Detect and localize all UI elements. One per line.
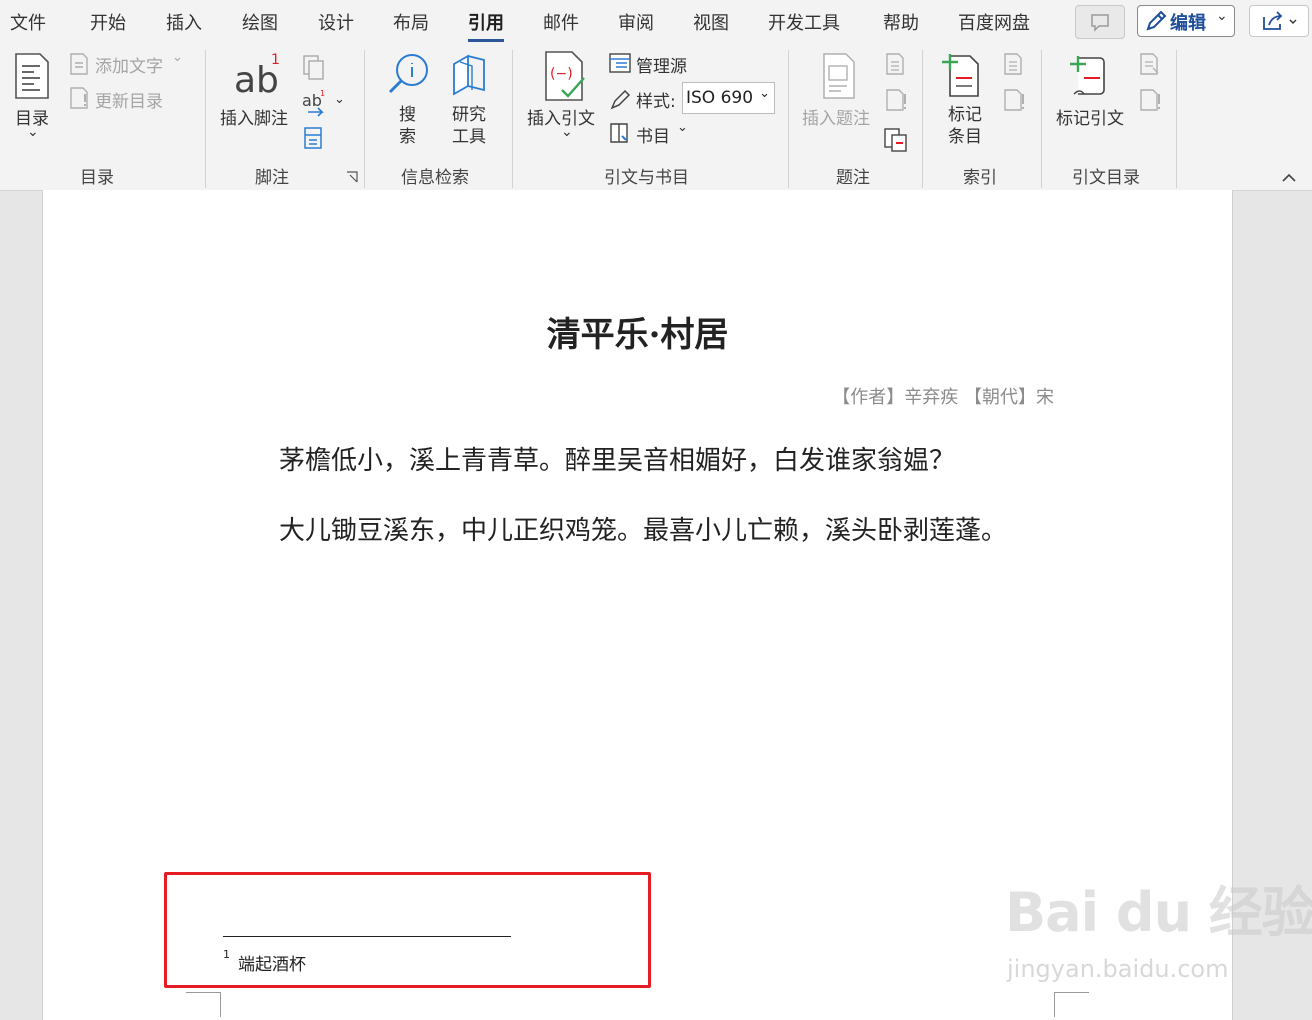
tab-mailings[interactable]: 邮件 [543, 9, 579, 35]
chevron-down-icon: ⌄ [172, 50, 183, 65]
svg-text:(−): (−) [550, 66, 573, 82]
tab-review[interactable]: 审阅 [618, 9, 654, 35]
comment-icon [1091, 14, 1109, 32]
style-icon [610, 89, 631, 110]
insert-table-of-figures-icon[interactable] [884, 52, 906, 76]
author-line: 【作者】辛弃疾 【朝代】宋 [832, 387, 1054, 408]
group-divider [922, 50, 923, 188]
insert-table-of-authorities-icon[interactable] [1138, 52, 1162, 76]
document-title: 清平乐·村居 [546, 315, 729, 355]
mark-entry-label: 标记条目 [948, 105, 982, 147]
group-label-toc: 目录 [80, 168, 114, 188]
tab-insert[interactable]: 插入 [166, 9, 202, 35]
mark-entry-icon [942, 54, 979, 97]
tab-design[interactable]: 设计 [318, 9, 354, 35]
highlight-box [164, 872, 651, 988]
group-label-citations: 引文与书目 [604, 168, 689, 188]
chevron-down-icon: ⌄ [677, 120, 688, 135]
add-text-icon [70, 53, 88, 75]
share-icon [1263, 11, 1297, 30]
tab-view[interactable]: 视图 [693, 9, 729, 35]
tab-baidu-netdisk[interactable]: 百度网盘 [958, 9, 1030, 35]
insert-index-icon[interactable] [1002, 52, 1024, 76]
research-tools-label: 研究工具 [452, 105, 486, 147]
tab-file[interactable]: 文件 [10, 9, 46, 35]
style-label: 样式: [636, 92, 676, 112]
tab-draw[interactable]: 绘图 [242, 9, 278, 35]
update-table-of-figures-icon[interactable] [884, 88, 908, 114]
svg-text:1: 1 [271, 52, 280, 68]
svg-text:1: 1 [320, 89, 325, 98]
chevron-down-icon: ⌄ [759, 86, 770, 101]
cross-reference-icon[interactable] [882, 126, 910, 154]
group-label-footnotes: 脚注 [255, 168, 289, 188]
next-footnote-icon: ab 1 [302, 89, 325, 117]
chevron-down-icon: ⌄ [27, 124, 39, 140]
chevron-down-icon: ⌄ [561, 124, 573, 140]
update-toc-label: 更新目录 [95, 92, 163, 112]
pencil-icon [1146, 10, 1167, 31]
svg-text:ab: ab [302, 91, 322, 110]
bibliography-icon [610, 123, 628, 143]
chevron-down-icon: ⌄ [1216, 8, 1228, 24]
update-table-icon [70, 87, 88, 109]
group-divider [512, 50, 513, 188]
books-icon [453, 54, 485, 96]
mark-citation-icon [1070, 56, 1105, 95]
insert-caption-icon [823, 53, 855, 99]
show-notes-icon[interactable] [302, 126, 326, 152]
search-label: 搜索 [399, 105, 416, 147]
group-label-captions: 题注 [836, 168, 870, 188]
insert-footnote-label: 插入脚注 [220, 109, 288, 129]
search-icon [388, 54, 428, 94]
add-text-label: 添加文字 [95, 57, 163, 77]
table-of-contents-icon [15, 53, 49, 99]
tab-home[interactable]: 开始 [90, 9, 126, 35]
bibliography-label: 书目 [636, 127, 670, 147]
tab-developer[interactable]: 开发工具 [768, 9, 840, 35]
chevron-down-icon: ⌄ [334, 92, 345, 107]
comments-button[interactable] [1075, 5, 1125, 39]
ribbon: 目录 ⌄ 添加文字 ⌄ 更新目录 目录 ab 1 插入脚注 ab 1 ⌄ 脚注 … [0, 44, 1312, 191]
update-index-icon[interactable] [1002, 88, 1026, 114]
dialog-launcher-icon[interactable] [345, 170, 359, 184]
group-divider [1041, 50, 1042, 188]
share-button[interactable] [1249, 5, 1309, 37]
tab-help[interactable]: 帮助 [883, 9, 919, 35]
paragraph-1: 茅檐低小，溪上青青草。醉里吴音相媚好，白发谁家翁媪？ [279, 446, 956, 476]
editing-mode-label: 编辑 [1170, 13, 1206, 34]
tab-layout[interactable]: 布局 [393, 9, 429, 35]
group-label-table-of-authorities: 引文目录 [1072, 168, 1140, 188]
footnote-icon: ab 1 [234, 52, 280, 98]
insert-caption-label: 插入题注 [802, 109, 870, 129]
mark-citation-label: 标记引文 [1056, 109, 1124, 129]
update-table-of-authorities-icon[interactable] [1138, 88, 1162, 114]
group-label-research: 信息检索 [401, 168, 469, 188]
menu-bar: 文件 开始 插入 绘图 设计 布局 引用 邮件 审阅 视图 开发工具 帮助 百度… [0, 0, 1312, 44]
tab-references[interactable]: 引用 [468, 9, 504, 42]
group-divider [364, 50, 365, 188]
manage-sources-icon [609, 53, 631, 73]
insert-endnote-icon[interactable] [300, 52, 328, 80]
baidu-watermark-logo: Bai du 经验 [1005, 881, 1312, 944]
page-corner-mark [186, 992, 221, 1017]
baidu-watermark-url: jingyan.baidu.com [1007, 955, 1229, 983]
collapse-ribbon-icon[interactable] [1280, 171, 1298, 185]
editing-mode-button[interactable]: 编辑 ⌄ [1137, 5, 1235, 37]
insert-citation-icon: (−) [545, 51, 585, 101]
group-divider [788, 50, 789, 188]
page-corner-mark [1054, 992, 1089, 1017]
group-label-index: 索引 [963, 168, 997, 188]
group-divider [205, 50, 206, 188]
group-divider [1176, 50, 1177, 188]
manage-sources-label: 管理源 [636, 57, 687, 77]
paragraph-2: 大儿锄豆溪东，中儿正织鸡笼。最喜小儿亡赖，溪头卧剥莲蓬。 [279, 516, 1008, 546]
citation-style-dropdown[interactable]: ISO 690 ⌄ [682, 82, 775, 114]
citation-style-value: ISO 690 [686, 88, 754, 108]
